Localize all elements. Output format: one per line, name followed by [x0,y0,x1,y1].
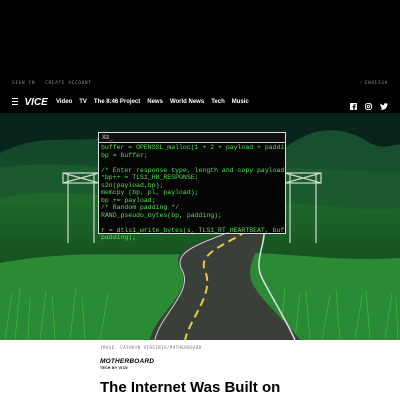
nav-link-video[interactable]: Video [56,97,72,107]
nav-link-music[interactable]: Music [232,97,249,107]
vice-logo[interactable]: VICE [24,96,49,107]
nav-link-tech[interactable]: Tech [211,97,225,107]
top-utility-bar: SIGN IN CREATE ACCOUNT ‹ ENGLISH [0,78,400,92]
hamburger-menu-icon[interactable] [12,98,18,105]
language-label: ENGLISH [364,81,388,86]
code-block: buffer = OPENSSL_malloc(1 + 2 + payload … [101,144,285,242]
nav-link-8-46-project[interactable]: The 8:46 Project [94,97,140,107]
code-line: /* Enter response type, length and copy … [101,166,285,174]
vice-logo-text: VICE [25,97,49,107]
create-account-link[interactable]: CREATE ACCOUNT [45,81,91,86]
code-line: *bp++ = TLS1_HB_RESPONSE; [101,174,199,181]
terminal-title-bar: X⊡_ [99,133,285,143]
terminal-window: X⊡_ buffer = OPENSSL_malloc(1 + 2 + payl… [98,132,286,241]
language-selector[interactable]: ‹ ENGLISH [360,81,388,86]
code-line: RAND_pseudo_bytes(bp, padding); [101,211,222,219]
code-line: /* Random padding */ [101,204,180,211]
code-line: buffer = OPENSSL_malloc(1 + 2 + payload … [101,144,285,151]
facebook-icon[interactable] [350,97,357,110]
code-line: bp += payload; [101,196,156,204]
code-line: bp = buffer; [101,151,148,159]
code-line: padding); [101,234,137,241]
nav-link-tv[interactable]: TV [79,97,87,107]
nav-link-news[interactable]: News [147,97,163,107]
section-logo[interactable]: MOTHERBOARD [100,358,154,365]
window-controls-icon: X⊡_ [102,134,113,141]
nav-link-world-news[interactable]: World News [170,97,204,107]
code-line: s2n(payload,bp); [101,181,164,189]
article-header: IMAGE: CATHRYN VIRGINIA/MOTHERBOARD MOTH… [0,340,400,400]
instagram-icon[interactable] [365,97,372,110]
chevron-left-icon: ‹ [359,81,363,86]
section-tagline: TECH BY VICE [100,366,129,370]
code-line: memcpy (bp, pl, payload); [101,189,199,196]
article-headline: The Internet Was Built on [100,379,281,396]
sign-in-link[interactable]: SIGN IN [12,81,35,86]
main-navigation: VICE Video TV The 8:46 Project News Worl… [0,92,400,112]
image-credit: IMAGE: CATHRYN VIRGINIA/MOTHERBOARD [100,345,202,350]
code-line: r = dtls1_write_bytes(s, TLS1_RT_HEARTBE… [101,226,285,234]
twitter-icon[interactable] [380,97,388,110]
